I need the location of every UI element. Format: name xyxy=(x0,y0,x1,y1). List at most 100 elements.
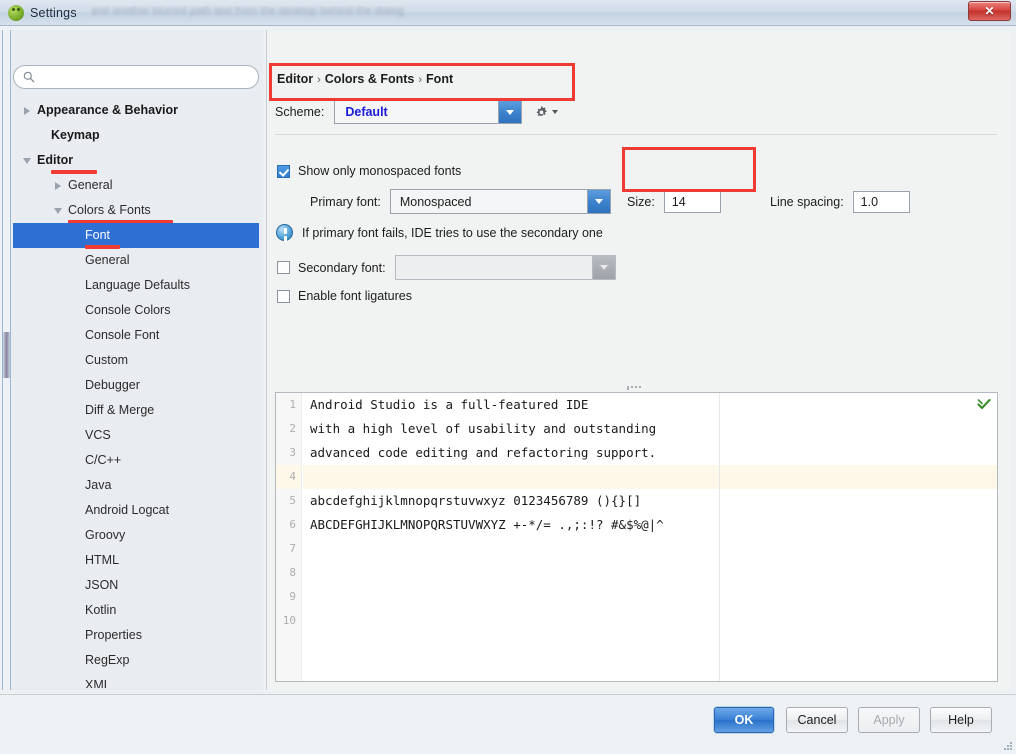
breadcrumb-colors-fonts[interactable]: Colors & Fonts xyxy=(325,72,415,86)
sidebar-item-android-logcat[interactable]: Android Logcat xyxy=(13,498,259,523)
line-number: 1 xyxy=(289,398,296,411)
search-box[interactable] xyxy=(13,65,259,89)
outer-scrollbar-thumb[interactable] xyxy=(3,332,10,378)
sidebar-item-console-font[interactable]: Console Font xyxy=(13,323,259,348)
scheme-dropdown[interactable]: Default xyxy=(334,100,523,124)
help-button[interactable]: Help xyxy=(930,707,992,733)
font-size-value: 14 xyxy=(671,195,686,209)
sidebar-item-regexp[interactable]: RegExp xyxy=(13,648,259,673)
chevron-down-icon[interactable] xyxy=(51,198,64,223)
preview-code-area[interactable]: Android Studio is a full-featured IDE wit… xyxy=(303,393,997,681)
sidebar-item-groovy[interactable]: Groovy xyxy=(13,523,259,548)
breadcrumb-font: Font xyxy=(426,72,454,86)
sidebar-item-keymap[interactable]: Keymap xyxy=(13,123,259,148)
sidebar-item-custom[interactable]: Custom xyxy=(13,348,259,373)
settings-dialog: Settings and another blurred path text f… xyxy=(0,0,1016,754)
sidebar-item-properties[interactable]: Properties xyxy=(13,623,259,648)
settings-tree[interactable]: Appearance & Behavior Keymap Editor General… xyxy=(13,98,259,688)
line-number: 10 xyxy=(282,614,296,627)
sidebar-item-label: Language Defaults xyxy=(85,278,190,292)
android-studio-icon xyxy=(8,4,24,21)
ok-button[interactable]: OK xyxy=(714,707,774,733)
breadcrumb-editor[interactable]: Editor xyxy=(277,72,313,86)
sidebar-item-label: Groovy xyxy=(85,528,126,542)
sidebar-item-label: Custom xyxy=(85,353,129,367)
show-monospaced-row[interactable]: Show only monospaced fonts xyxy=(277,164,461,178)
font-ligatures-checkbox[interactable] xyxy=(277,289,290,303)
sidebar-item-console-colors[interactable]: Console Colors xyxy=(13,298,259,323)
green-check-icon[interactable] xyxy=(977,398,991,412)
line-number: 4 xyxy=(276,465,301,489)
preview-line: with a high level of usability and outst… xyxy=(310,421,657,436)
gear-caret-icon xyxy=(552,110,559,114)
sidebar-item-label: JSON xyxy=(85,578,119,592)
sidebar-item-general[interactable]: General xyxy=(13,173,259,198)
sidebar-item-label: Debugger xyxy=(85,378,140,392)
primary-font-value: Monospaced xyxy=(399,194,472,209)
sidebar-item-editor[interactable]: Editor xyxy=(13,148,259,173)
sidebar-item-label: Appearance & Behavior xyxy=(37,103,179,117)
title-bar-blur-text: and another blurred path text from the d… xyxy=(90,6,404,17)
sidebar-item-java[interactable]: Java xyxy=(13,473,259,498)
divider xyxy=(275,134,997,135)
sidebar-item-xml[interactable]: XML xyxy=(13,673,259,688)
preview-line xyxy=(303,537,997,561)
secondary-font-checkbox[interactable] xyxy=(277,261,290,274)
secondary-font-label: Secondary font: xyxy=(298,260,386,275)
line-spacing-input[interactable]: 1.0 xyxy=(852,191,910,213)
sidebar-item-diff-merge[interactable]: Diff & Merge xyxy=(13,398,259,423)
search-input[interactable] xyxy=(40,67,250,87)
line-number: 9 xyxy=(289,590,296,603)
sidebar-item-font[interactable]: Font xyxy=(13,223,259,248)
primary-font-dropdown[interactable]: Monospaced xyxy=(389,189,611,214)
font-size-row: Size: 14 xyxy=(627,191,721,213)
outer-scrollbar[interactable] xyxy=(2,30,11,690)
secondary-font-dropdown xyxy=(394,255,616,280)
dialog-footer: OK Cancel Apply Help xyxy=(0,695,1016,754)
secondary-font-row: Secondary font: xyxy=(277,255,616,280)
sidebar-item-vcs[interactable]: VCS xyxy=(13,423,259,448)
font-ligatures-row[interactable]: Enable font ligatures xyxy=(277,289,412,303)
title-bar: Settings and another blurred path text f… xyxy=(0,0,1016,26)
cancel-button[interactable]: Cancel xyxy=(786,707,848,733)
preview-splitter[interactable] xyxy=(275,382,998,392)
sidebar-item-appearance-behavior[interactable]: Appearance & Behavior xyxy=(13,98,259,123)
dialog-body: Appearance & Behavior Keymap Editor General… xyxy=(0,26,1016,754)
font-ligatures-label: Enable font ligatures xyxy=(298,289,412,303)
primary-font-row: Primary font: Monospaced xyxy=(310,189,611,214)
line-spacing-value: 1.0 xyxy=(860,195,879,209)
font-preview-pane[interactable]: 1 2 3 4 5 6 7 8 9 10 Android Studio is a full-fea… xyxy=(275,392,998,682)
sidebar-item-json[interactable]: JSON xyxy=(13,573,259,598)
sidebar-item-kotlin[interactable]: Kotlin xyxy=(13,598,259,623)
chevron-right-icon[interactable] xyxy=(51,173,64,198)
sidebar-item-debugger[interactable]: Debugger xyxy=(13,373,259,398)
show-monospaced-checkbox[interactable] xyxy=(277,164,290,178)
chevron-down-icon[interactable] xyxy=(498,101,522,123)
line-number: 8 xyxy=(289,566,296,579)
chevron-right-icon[interactable] xyxy=(20,98,33,123)
preview-line xyxy=(303,585,997,609)
scheme-settings-button[interactable] xyxy=(534,105,559,120)
preview-line xyxy=(303,561,997,585)
title-bar-background-blur: and another blurred path text from the d… xyxy=(91,6,1016,19)
line-number: 3 xyxy=(289,446,296,459)
preview-line: abcdefghijklmnopqrstuvwxyz 0123456789 ()… xyxy=(310,493,642,508)
sidebar-item-c-c[interactable]: C/C++ xyxy=(13,448,259,473)
chevron-down-icon[interactable] xyxy=(586,190,610,213)
preview-line: advanced code editing and refactoring su… xyxy=(310,445,657,460)
line-number: 7 xyxy=(289,542,296,555)
preview-line xyxy=(303,465,997,489)
sidebar-item-label: Kotlin xyxy=(85,603,117,617)
font-size-input[interactable]: 14 xyxy=(663,191,721,213)
sidebar-item-html[interactable]: HTML xyxy=(13,548,259,573)
chevron-down-icon[interactable] xyxy=(20,148,33,173)
breadcrumb-separator-1: › xyxy=(317,74,321,86)
sidebar-item-label: Console Colors xyxy=(85,303,171,317)
sidebar-item-language-defaults[interactable]: Language Defaults xyxy=(13,273,259,298)
sidebar-item-label: Android Logcat xyxy=(85,503,170,517)
resize-grip-icon[interactable] xyxy=(1001,740,1013,752)
sidebar-item-general[interactable]: General xyxy=(13,248,259,273)
line-spacing-label: Line spacing: xyxy=(770,195,844,209)
close-button[interactable]: ✕ xyxy=(968,1,1011,21)
info-note-text: If primary font fails, IDE tries to use … xyxy=(302,225,603,240)
